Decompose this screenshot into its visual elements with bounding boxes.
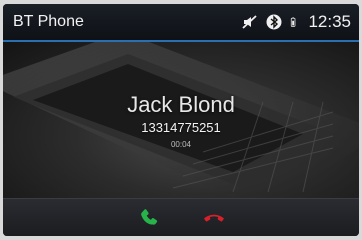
hang-up-icon <box>204 214 224 222</box>
call-controls-bar <box>3 198 359 236</box>
bluetooth-icon <box>266 14 282 30</box>
caller-name: Jack Blond <box>127 92 235 117</box>
app-title: BT Phone <box>13 13 84 30</box>
call-screen: Jack Blond 13314775251 00:04 <box>3 42 359 198</box>
status-time: 12:35 <box>308 12 351 31</box>
caller-number: 13314775251 <box>141 120 221 135</box>
answer-call-button[interactable] <box>135 205 165 231</box>
hang-up-button[interactable] <box>199 205 229 231</box>
phone-screen: BT Phone 12:35 Jack Blond 13314775251 00… <box>3 4 359 236</box>
status-bar: BT Phone 12:35 <box>3 4 359 42</box>
phone-battery-icon <box>291 17 296 27</box>
call-duration: 00:04 <box>170 140 192 149</box>
answer-call-icon <box>141 209 158 225</box>
status-icons: 12:35 <box>242 11 351 33</box>
mute-icon <box>242 15 258 29</box>
